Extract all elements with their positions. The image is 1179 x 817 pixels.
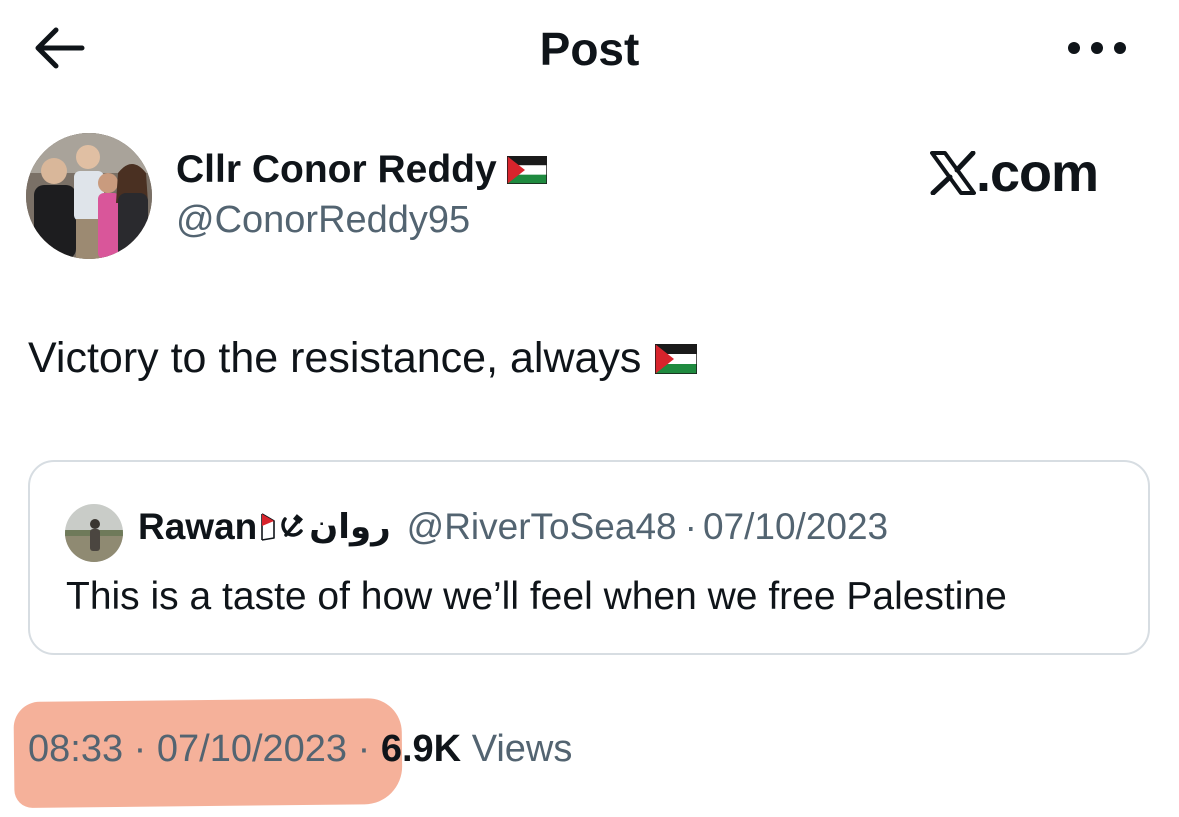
quoted-author-name[interactable]: Rawan: [138, 506, 257, 548]
author-name-text: Cllr Conor Reddy: [176, 148, 497, 191]
quoted-author-handle[interactable]: @RiverToSea48: [407, 506, 677, 548]
quoted-post-header: Rawan روان @RiverToSea48 · 07/10/2023: [138, 506, 888, 548]
back-button[interactable]: [26, 20, 90, 76]
meta-separator: ·: [357, 728, 371, 770]
post-meta-row: 08:33 · 07/10/2023 · 6.9K Views: [28, 728, 572, 771]
hammer-sickle-icon: [281, 514, 304, 537]
top-bar: Post: [0, 0, 1179, 100]
views-count[interactable]: 6.9K: [381, 728, 461, 770]
post-text: Victory to the resistance, always: [28, 334, 698, 383]
more-options-button[interactable]: [1052, 26, 1142, 70]
quoted-author-arabic-name: روان: [309, 507, 391, 547]
x-com-watermark: .com: [930, 142, 1099, 204]
avatar-photo: [65, 504, 123, 562]
more-horizontal-icon: [1068, 42, 1126, 54]
author-display-name[interactable]: Cllr Conor Reddy: [176, 148, 547, 192]
post-date[interactable]: 07/10/2023: [157, 728, 347, 770]
meta-separator: ·: [133, 728, 147, 770]
author-handle[interactable]: @ConorReddy95: [176, 199, 470, 242]
x-logo-icon: [930, 151, 976, 195]
palestine-flag-icon: [506, 156, 547, 184]
arrow-left-icon: [35, 27, 85, 69]
page-title: Post: [539, 23, 640, 75]
post-time[interactable]: 08:33: [28, 728, 123, 770]
avatar-photo: [26, 133, 152, 259]
post-body: Victory to the resistance, always: [28, 334, 642, 382]
watermark-text: .com: [976, 143, 1099, 203]
palestine-flag-icon: [261, 513, 276, 541]
quoted-author-avatar[interactable]: [65, 504, 123, 562]
quoted-post-date: 07/10/2023: [702, 506, 889, 547]
author-avatar[interactable]: [26, 133, 152, 259]
palestine-flag-icon: [655, 343, 698, 374]
quoted-post-card[interactable]: Rawan روان @RiverToSea48 · 07/10/2023 Th…: [28, 460, 1150, 655]
quoted-post-text: This is a taste of how we’ll feel when w…: [66, 575, 1007, 618]
meta-separator: ·: [684, 506, 697, 547]
views-label: Views: [471, 728, 573, 770]
